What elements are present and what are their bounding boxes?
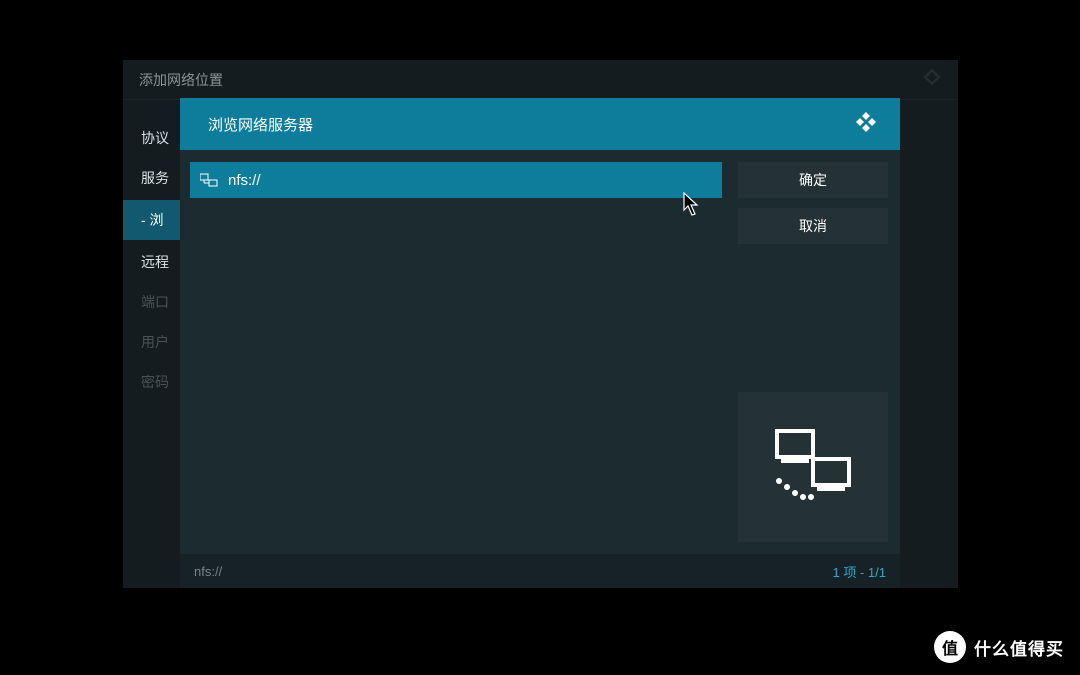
kodi-logo-icon [922,67,942,92]
preview-thumbnail [738,392,888,542]
footer-item-count: 1 项 [833,565,857,580]
right-panel: 确定 取消 [732,150,900,554]
network-share-icon [200,173,218,187]
footer-separator: - [856,565,868,580]
file-list-panel: nfs:// [180,150,732,554]
inner-header: 浏览网络服务器 [180,98,900,150]
inner-dialog-title: 浏览网络服务器 [208,114,313,135]
network-computers-icon [769,427,857,507]
watermark: 值 什么值得买 [934,631,1064,663]
watermark-badge: 值 [934,631,966,663]
footer-path: nfs:// [194,564,222,579]
browse-network-dialog: 浏览网络服务器 nfs:// [180,98,900,588]
ok-button[interactable]: 确定 [738,162,888,198]
outer-header: 添加网络位置 [123,60,958,100]
footer-pagination: 1 项 - 1/1 [833,562,886,581]
outer-dialog-title: 添加网络位置 [139,70,223,90]
footer-page: 1/1 [868,565,886,580]
list-item-label: nfs:// [228,172,261,189]
list-item-nfs[interactable]: nfs:// [190,162,722,198]
kodi-logo-icon [854,110,878,139]
inner-body: nfs:// 确定 取消 [180,150,900,554]
watermark-text: 什么值得买 [974,635,1064,660]
cancel-button[interactable]: 取消 [738,208,888,244]
dialog-footer: nfs:// 1 项 - 1/1 [180,554,900,588]
